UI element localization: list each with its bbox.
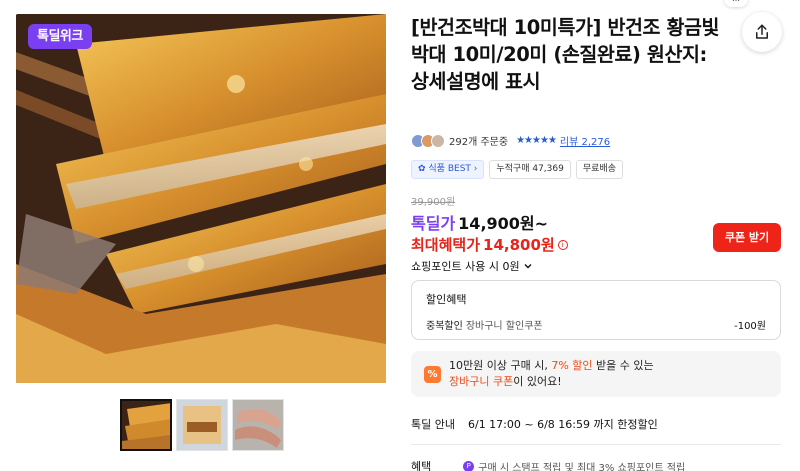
cart-coupon-promo[interactable]: % 10만원 이상 구매 시, 7% 할인 받을 수 있는 장바구니 쿠폰이 있…: [411, 351, 781, 397]
get-coupon-button[interactable]: 쿠폰 받기: [713, 223, 781, 252]
product-tags: ✿ 식품 BEST › 누적구매 47,369 무료배송: [411, 160, 623, 179]
rating-stars-icon: ★★★★★: [516, 135, 557, 146]
point-usage-toggle[interactable]: 쇼핑포인트 사용 시 0원: [411, 258, 533, 274]
deal-price-row: 톡딜가 14,900원~: [411, 210, 548, 234]
tag-total-purchases: 누적구매 47,369: [489, 160, 571, 179]
thumbnail-strip: [120, 399, 284, 451]
benefit-key: 중복할인: [426, 321, 463, 332]
divider: [411, 444, 781, 445]
deal-price-label: 톡딜가: [411, 214, 456, 233]
max-benefit-label: 최대혜택가: [411, 236, 481, 254]
deal-notice-text: 6/1 17:00 ~ 6/8 16:59 까지 한정할인: [467, 418, 658, 431]
thumbnail-3[interactable]: [232, 399, 284, 451]
avatar: [431, 133, 445, 148]
max-benefit-row: 최대혜택가 14,800원 i: [411, 234, 568, 255]
order-count: 292개 주문중: [449, 137, 509, 148]
best-icon: ✿: [418, 164, 429, 174]
perks-row: 혜택 P 구매 시 스탬프 적립 및 최대 3% 쇼핑포인트 적립: [411, 458, 685, 471]
tag-food-best[interactable]: ✿ 식품 BEST ›: [411, 160, 485, 179]
share-tooltip: …: [724, 0, 748, 7]
perk-line: P 구매 시 스탬프 적립 및 최대 3% 쇼핑포인트 적립: [463, 458, 685, 471]
share-button[interactable]: [742, 12, 782, 52]
review-link[interactable]: 리뷰 2,276: [560, 133, 610, 148]
discount-benefit-box: 할인혜택 중복할인 장바구니 할인쿠폰 -100원: [411, 280, 781, 340]
deal-week-badge: 톡딜위크: [28, 24, 92, 49]
benefit-title: 할인혜택: [426, 293, 467, 306]
benefit-desc: 장바구니 할인쿠폰: [465, 321, 543, 332]
main-product-image: 톡딜위크: [16, 14, 386, 383]
deal-notice-label: 톡딜 안내: [411, 418, 455, 431]
buyer-avatars: [411, 133, 445, 148]
benefit-amount: -100원: [734, 321, 766, 332]
info-icon[interactable]: i: [557, 239, 568, 250]
deal-notice: 톡딜 안내 6/1 17:00 ~ 6/8 16:59 까지 한정할인: [411, 416, 658, 432]
promo-line-1: 10만원 이상 구매 시, 7% 할인 받을 수 있는: [449, 359, 654, 372]
benefit-row: 중복할인 장바구니 할인쿠폰 -100원: [426, 317, 766, 332]
max-benefit-price: 14,800원: [483, 236, 555, 254]
point-icon: P: [463, 460, 475, 471]
order-stats: 292개 주문중 ★★★★★ 리뷰 2,276: [411, 133, 610, 148]
thumbnail-1[interactable]: [120, 399, 172, 451]
percent-icon: %: [424, 366, 441, 383]
deal-price: 14,900원~: [458, 214, 549, 233]
chevron-down-icon: [524, 264, 532, 269]
share-icon: [756, 24, 768, 39]
product-title: [반건조박대 10미특가] 반건조 황금빛 박대 10미/20미 (손질완료) …: [411, 16, 720, 93]
perk-text: 구매 시 스탬프 적립 및 최대 3% 쇼핑포인트 적립: [478, 462, 686, 471]
thumbnail-2[interactable]: [176, 399, 228, 451]
perks-label: 혜택: [411, 460, 432, 471]
original-price: 39,900원: [411, 197, 456, 208]
promo-line-2: 장바구니 쿠폰이 있어요!: [449, 375, 562, 388]
tag-free-shipping: 무료배송: [575, 160, 623, 179]
point-usage-text: 쇼핑포인트 사용 시 0원: [411, 260, 520, 273]
